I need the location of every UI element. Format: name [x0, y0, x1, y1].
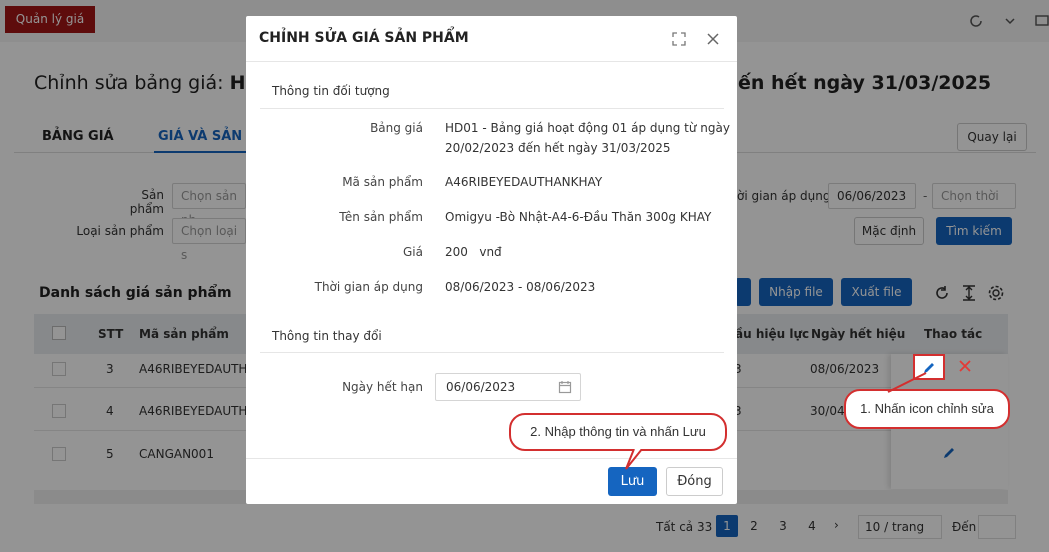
product-name-value: Omigyu -Bò Nhật-A4-6-Đầu Thăn 300g KHAY — [445, 210, 712, 224]
apply-time-value: 08/06/2023 - 08/06/2023 — [445, 280, 596, 294]
delete-icon[interactable] — [957, 358, 973, 377]
modal-footer-divider — [246, 458, 737, 459]
price-list-label: Bảng giá — [370, 121, 423, 135]
end-date-input[interactable]: 06/06/2023 — [435, 373, 581, 401]
price-list-value-line2: 20/02/2023 đến hết ngày 31/03/2025 — [445, 141, 671, 155]
end-date-label: Ngày hết hạn — [342, 380, 423, 394]
product-name-label: Tên sản phẩm — [339, 210, 423, 224]
save-button[interactable]: Lưu — [608, 467, 657, 496]
section-divider — [260, 352, 724, 353]
expand-icon[interactable] — [672, 32, 686, 46]
product-code-label: Mã sản phẩm — [342, 175, 423, 189]
calendar-icon[interactable] — [558, 380, 572, 394]
modal-header-divider — [246, 61, 737, 62]
close-button[interactable]: Đóng — [666, 467, 723, 496]
callout-step2: 2. Nhập thông tin và nhấn Lưu — [509, 413, 727, 451]
callout-pointer — [887, 372, 927, 393]
price-value: 200 vnđ — [445, 245, 502, 259]
end-date-value: 06/06/2023 — [446, 380, 516, 394]
modal-title: CHỈNH SỬA GIÁ SẢN PHẨM — [259, 30, 469, 46]
apply-time-label: Thời gian áp dụng — [314, 280, 423, 294]
callout-pointer — [625, 449, 643, 470]
close-icon[interactable] — [706, 32, 720, 46]
price-label: Giá — [403, 245, 423, 259]
section-divider — [260, 108, 724, 109]
product-code-value: A46RIBEYEDAUTHANKHAY — [445, 175, 603, 189]
section-change-info: Thông tin thay đổi — [272, 329, 382, 343]
price-list-value: HD01 - Bảng giá hoạt động 01 áp dụng từ … — [445, 121, 730, 135]
section-object-info: Thông tin đối tượng — [272, 84, 390, 98]
